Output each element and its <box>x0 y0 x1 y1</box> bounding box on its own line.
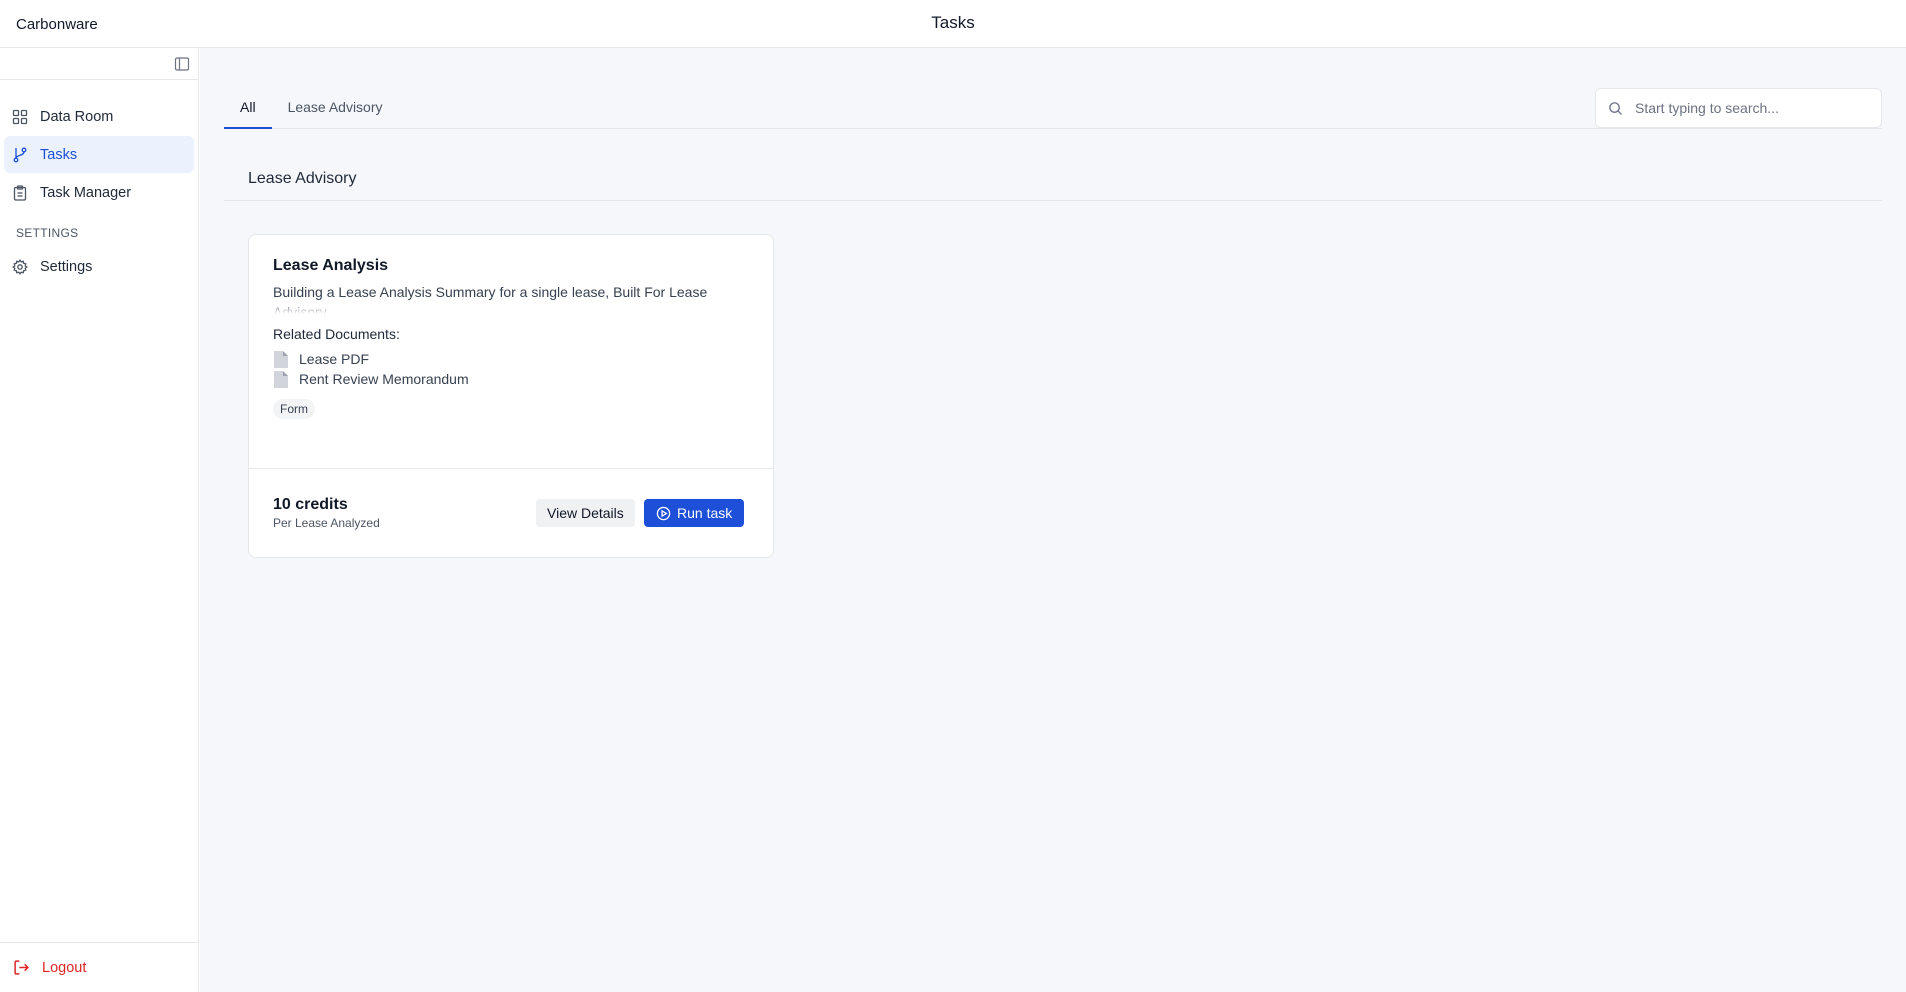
play-circle-icon <box>656 506 671 520</box>
file-icon <box>274 350 288 368</box>
sidebar-collapse-icon[interactable] <box>174 56 190 72</box>
sidebar-item-tasks[interactable]: Tasks <box>4 136 194 173</box>
task-card-footer: 10 credits Per Lease Analyzed View Detai… <box>249 469 773 557</box>
task-type-badge: Form <box>273 399 315 419</box>
tab-all[interactable]: All <box>224 88 272 129</box>
document-item: Rent Review Memorandum <box>273 369 749 389</box>
sidebar-item-data-room[interactable]: Data Room <box>4 98 194 135</box>
task-card-body: Lease Analysis Building a Lease Analysis… <box>249 235 773 469</box>
tab-lease-advisory[interactable]: Lease Advisory <box>272 88 399 129</box>
logout-button[interactable]: Logout <box>0 942 198 992</box>
task-card: Lease Analysis Building a Lease Analysis… <box>248 234 774 558</box>
page-title: Tasks <box>931 13 975 32</box>
task-title: Lease Analysis <box>273 257 389 274</box>
document-name: Rent Review Memorandum <box>299 371 469 387</box>
sidebar-item-label: Settings <box>40 258 93 275</box>
document-name: Lease PDF <box>299 351 370 367</box>
sidebar: Data Room Tasks Task Manager SETTINGS Se… <box>0 48 199 992</box>
search-input[interactable] <box>1635 100 1865 116</box>
grid-icon <box>12 109 28 124</box>
sidebar-item-task-manager[interactable]: Task Manager <box>4 174 194 211</box>
sidebar-nav: Data Room Tasks Task Manager SETTINGS Se… <box>0 80 198 285</box>
logout-icon <box>14 960 29 975</box>
task-description: Building a Lease Analysis Summary for a … <box>273 284 708 314</box>
related-documents-label: Related Documents: <box>273 326 400 342</box>
section-title: Lease Advisory <box>224 170 1882 201</box>
document-item: Lease PDF <box>273 349 749 369</box>
sidebar-toolbar <box>0 48 198 80</box>
sidebar-item-label: Data Room <box>40 108 114 125</box>
logout-label: Logout <box>42 959 87 976</box>
file-icon <box>274 370 288 388</box>
search-box <box>1595 88 1882 128</box>
clipboard-icon <box>13 184 27 201</box>
top-header: Carbonware Tasks <box>0 0 1906 48</box>
run-task-button[interactable]: Run task <box>644 499 745 527</box>
run-task-label: Run task <box>677 505 733 521</box>
gear-icon <box>12 258 28 275</box>
sidebar-item-settings[interactable]: Settings <box>4 248 194 285</box>
view-details-button[interactable]: View Details <box>536 499 635 527</box>
search-icon <box>1609 101 1623 115</box>
settings-section-heading: SETTINGS <box>16 226 79 240</box>
sidebar-item-label: Tasks <box>40 146 78 163</box>
main-content: All Lease Advisory Lease Advisory Lease … <box>200 48 1906 992</box>
related-documents-list: Lease PDF Rent Review Memorandum <box>273 349 749 389</box>
git-branch-icon <box>13 147 27 162</box>
sidebar-item-label: Task Manager <box>40 184 132 201</box>
